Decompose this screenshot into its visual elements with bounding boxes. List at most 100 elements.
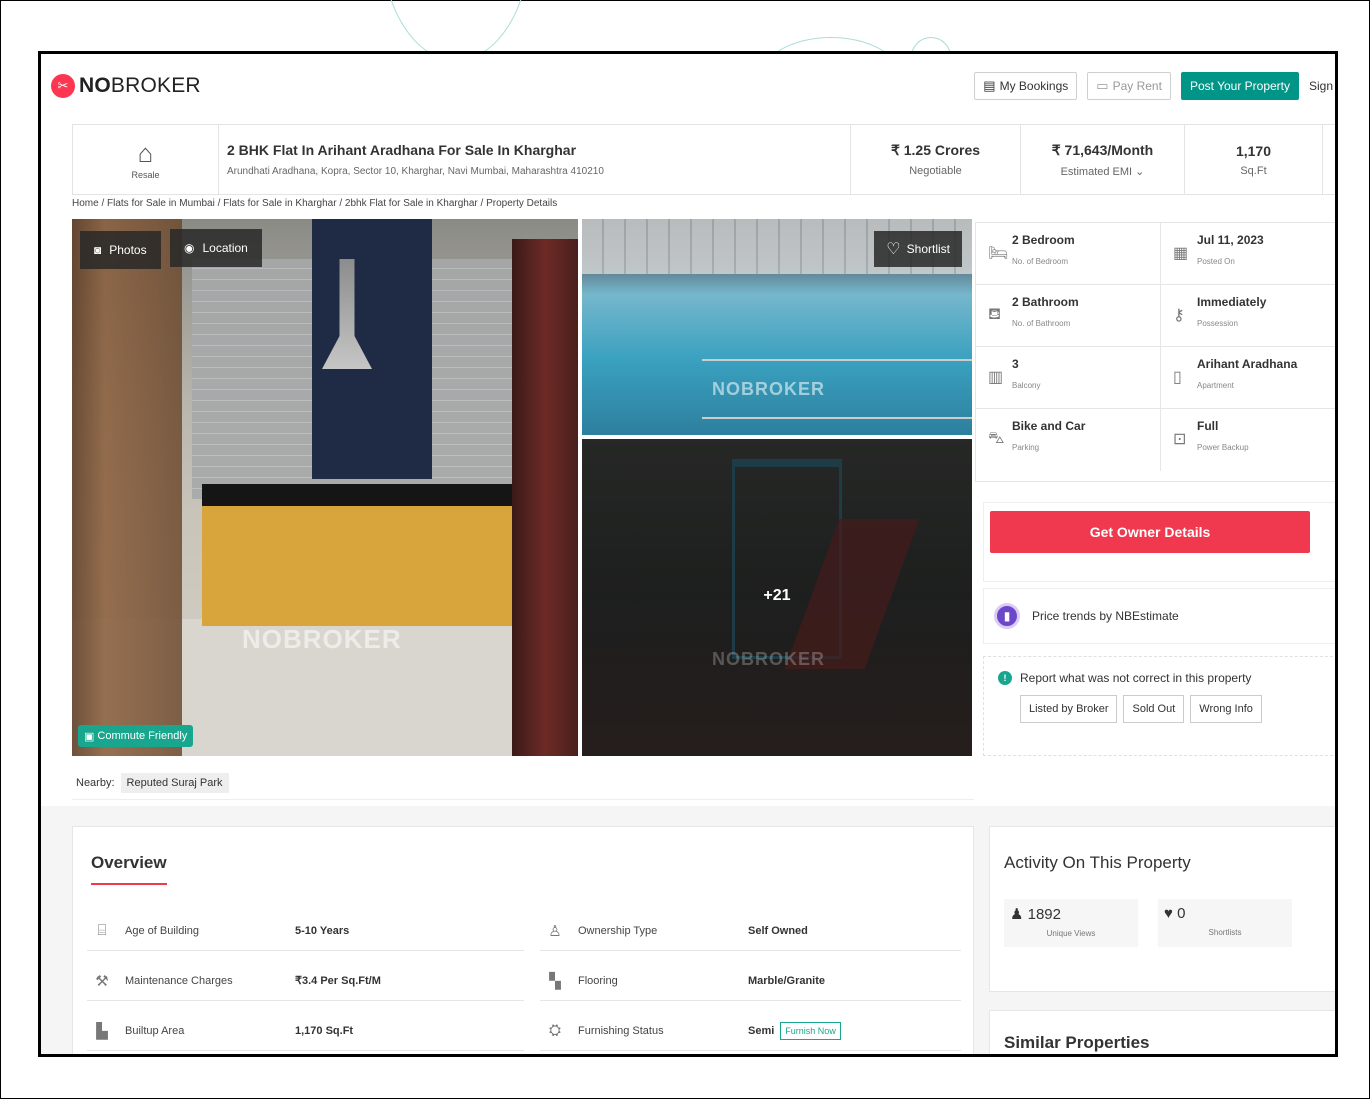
property-address: Arundhati Aradhana, Kopra, Sector 10, Kh… [227,166,604,177]
detail-value: 2 Bedroom [1012,233,1075,247]
similar-properties-section: Similar Properties [989,1010,1335,1054]
report-label: Report what was not correct in this prop… [1020,671,1252,685]
price-note: Negotiable [909,165,962,177]
info-icon: ! [998,671,1012,685]
overview-value: Semi [748,1024,775,1037]
overview-item: ⌸ Age of Building 5-10 Years [87,911,524,951]
detail-value: Jul 11, 2023 [1197,233,1264,247]
key-icon: ⚷ [1173,307,1185,324]
detail-value: 2 Bathroom [1012,295,1079,309]
overview-value: ₹3.4 Per Sq.Ft/M [295,975,381,987]
my-bookings-label: My Bookings [999,79,1069,93]
area-value: 1,170 [1235,142,1272,159]
mosaic-tiles [312,219,432,479]
resale-label: Resale [131,169,160,180]
report-wrong-info-button[interactable]: Wrong Info [1190,695,1262,723]
price-trends-card[interactable]: ▮ Price trends by NBEstimate [983,588,1335,644]
get-owner-details-button[interactable]: Get Owner Details [990,511,1310,553]
shortlist-button[interactable]: ♡ Shortlist [874,231,962,267]
ownership-icon: ♙ [548,922,562,940]
price-value: ₹ 1.25 Crores [890,142,981,158]
pool-photo[interactable]: NOBROKER ♡ Shortlist [582,219,972,435]
more-photos-count[interactable]: +21 [582,587,972,605]
playground-photo[interactable]: NOBROKER +21 [582,439,972,756]
card-icon: ▭ [1096,78,1109,93]
post-property-button[interactable]: Post Your Property [1180,72,1299,100]
detail-parking: ⛍ Bike and Car Parking [976,409,1160,471]
nearby-tag[interactable]: Reputed Suraj Park [120,772,229,793]
overview-title: Overview [91,853,167,885]
report-sold-out-button[interactable]: Sold Out [1123,695,1185,723]
unique-views-value: 1892 [1027,906,1061,923]
photos-button[interactable]: ◙ Photos [80,231,161,269]
post-property-label: Post Your Property [1189,79,1290,93]
location-label: Location [202,241,248,255]
details-row: ▥ 3 Balcony ▯ Arihant Aradhana Apartment [976,347,1335,409]
shortlists-label: Shortlists [1208,928,1242,937]
details-row: ⛍ Bike and Car Parking ⊡ Full Power Backup [976,409,1335,471]
chart-icon: ▮ [994,603,1020,629]
logo-icon: ✂ [51,74,75,98]
overview-item: ▙ Builtup Area 1,170 Sq.Ft [87,1011,524,1051]
detail-label: Power Backup [1197,443,1249,452]
photo-watermark: NOBROKER [242,624,402,654]
pool-watermark: NOBROKER [712,379,826,399]
nobroker-logo[interactable]: ✂ NOBROKER [51,74,201,98]
sign-in-link[interactable]: Sign up [1309,79,1335,93]
overview-section: Overview ⌸ Age of Building 5-10 Years ♙ … [72,826,974,1054]
heart-outline-icon: ♡ [886,241,901,258]
overview-label: Flooring [578,974,618,987]
top-navbar: ✂ NOBROKER ▤ My Bookings ▭ Pay Rent Post… [41,54,1335,118]
kitchen-cabinets [202,506,512,626]
header-nav: ▤ My Bookings ▭ Pay Rent Post Your Prope… [974,72,1335,100]
report-listed-by-broker-button[interactable]: Listed by Broker [1020,695,1118,723]
playground-watermark: NOBROKER [712,649,826,669]
shortlists-value: 0 [1177,905,1186,922]
overview-value: Marble/Granite [748,974,826,987]
overview-grid: ⌸ Age of Building 5-10 Years ♙ Ownership… [87,911,961,1054]
bed-icon: 🛏 [988,245,1009,262]
pay-rent-button[interactable]: ▭ Pay Rent [1087,72,1171,100]
furnish-now-button[interactable]: Furnish Now [780,1021,841,1040]
breadcrumb[interactable]: Home / Flats for Sale in Mumbai / Flats … [72,198,557,209]
screenshot-frame: ✂ NOBROKER ▤ My Bookings ▭ Pay Rent Post… [0,0,1370,1099]
overview-item: ♙ Ownership Type Self Owned [540,911,961,951]
detail-possession: ⚷ Immediately Possession [1160,285,1335,346]
emi-block[interactable]: ₹ 71,643/Month Estimated EMI ⌄ [1021,125,1185,194]
overview-label: Maintenance Charges [125,974,233,987]
price-block: ₹ 1.25 Crores Negotiable [851,125,1021,194]
detail-power-backup: ⊡ Full Power Backup [1160,409,1335,471]
detail-value: Arihant Aradhana [1197,357,1298,371]
details-row: ⛾ 2 Bathroom No. of Bathroom ⚷ Immediatel… [976,285,1335,347]
overview-label: Age of Building [125,924,199,937]
detail-value: 3 [1012,357,1019,371]
detail-value: Full [1197,419,1219,433]
activity-section: Activity On This Property ♟ 1892 Unique … [989,826,1335,992]
location-button[interactable]: ◉ Location [170,229,262,267]
detail-bedroom: 🛏 2 Bedroom No. of Bedroom [976,223,1160,284]
property-title: 2 BHK Flat In Arihant Aradhana For Sale … [227,142,577,158]
maintenance-icon: ⚒ [95,972,109,990]
my-bookings-button[interactable]: ▤ My Bookings [974,72,1078,100]
compass-icon: ◉ [184,241,195,255]
owner-details-box: Get Owner Details [983,502,1335,582]
emi-dropdown[interactable]: Estimated EMI ⌄ [1061,165,1145,178]
overview-value: 1,170 Sq.Ft [295,1024,354,1037]
price-trends-label: Price trends by NBEstimate [1032,609,1179,623]
power-icon: ⊡ [1173,431,1187,448]
logo-text: NOBROKER [79,74,201,97]
overview-value: Self Owned [748,924,808,937]
kitchen-photo[interactable]: NOBROKER ◙ Photos ◉ Location ▣ Commute F… [72,219,578,756]
detail-apartment: ▯ Arihant Aradhana Apartment [1160,347,1335,408]
detail-balcony: ▥ 3 Balcony [976,347,1160,408]
emi-value: ₹ 71,643/Month [1051,141,1154,158]
photos-label: Photos [109,243,147,257]
house-icon: ⌂ [137,137,154,168]
property-summary-strip: ⌂ Resale 2 BHK Flat In Arihant Aradhana … [72,124,1335,195]
user-icon: ♟ [1010,906,1028,923]
detail-label: Possession [1197,319,1238,328]
detail-value: Bike and Car [1012,419,1086,433]
commute-friendly-badge[interactable]: ▣ Commute Friendly [78,725,194,747]
detail-label: Apartment [1197,381,1234,390]
detail-label: No. of Bedroom [1012,257,1069,266]
